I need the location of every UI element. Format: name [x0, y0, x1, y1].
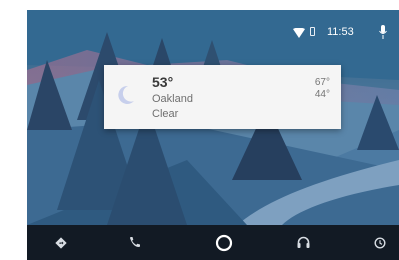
headphones-icon: [297, 236, 309, 248]
nav-button-media[interactable]: [283, 225, 323, 260]
nav-button-recents[interactable]: [360, 225, 399, 260]
weather-low-temp: 44°: [314, 89, 330, 100]
status-time: 11:53: [327, 26, 354, 38]
android-auto-screen: 11:53 53° Oakland Clear 67° 44°: [27, 10, 399, 260]
status-bar: 11:53: [259, 10, 399, 56]
weather-card[interactable]: 53° Oakland Clear 67° 44°: [104, 65, 341, 129]
navigation-icon: [55, 236, 67, 249]
weather-condition: Clear: [152, 108, 179, 120]
nav-button-home[interactable]: [204, 225, 244, 260]
weather-city: Oakland: [152, 93, 193, 105]
clock-icon: [374, 236, 386, 249]
moon-icon: [118, 85, 134, 104]
home-circle-icon: [215, 234, 233, 251]
nav-button-navigation[interactable]: [41, 225, 81, 260]
battery-icon: [310, 27, 315, 36]
nav-button-phone[interactable]: [114, 225, 154, 260]
weather-high-temp: 67°: [314, 77, 330, 88]
microphone-icon[interactable]: [379, 25, 387, 39]
weather-temperature: 53°: [152, 74, 174, 90]
nav-bar: [27, 225, 399, 260]
phone-icon: [129, 237, 140, 247]
wifi-icon: [293, 28, 305, 38]
